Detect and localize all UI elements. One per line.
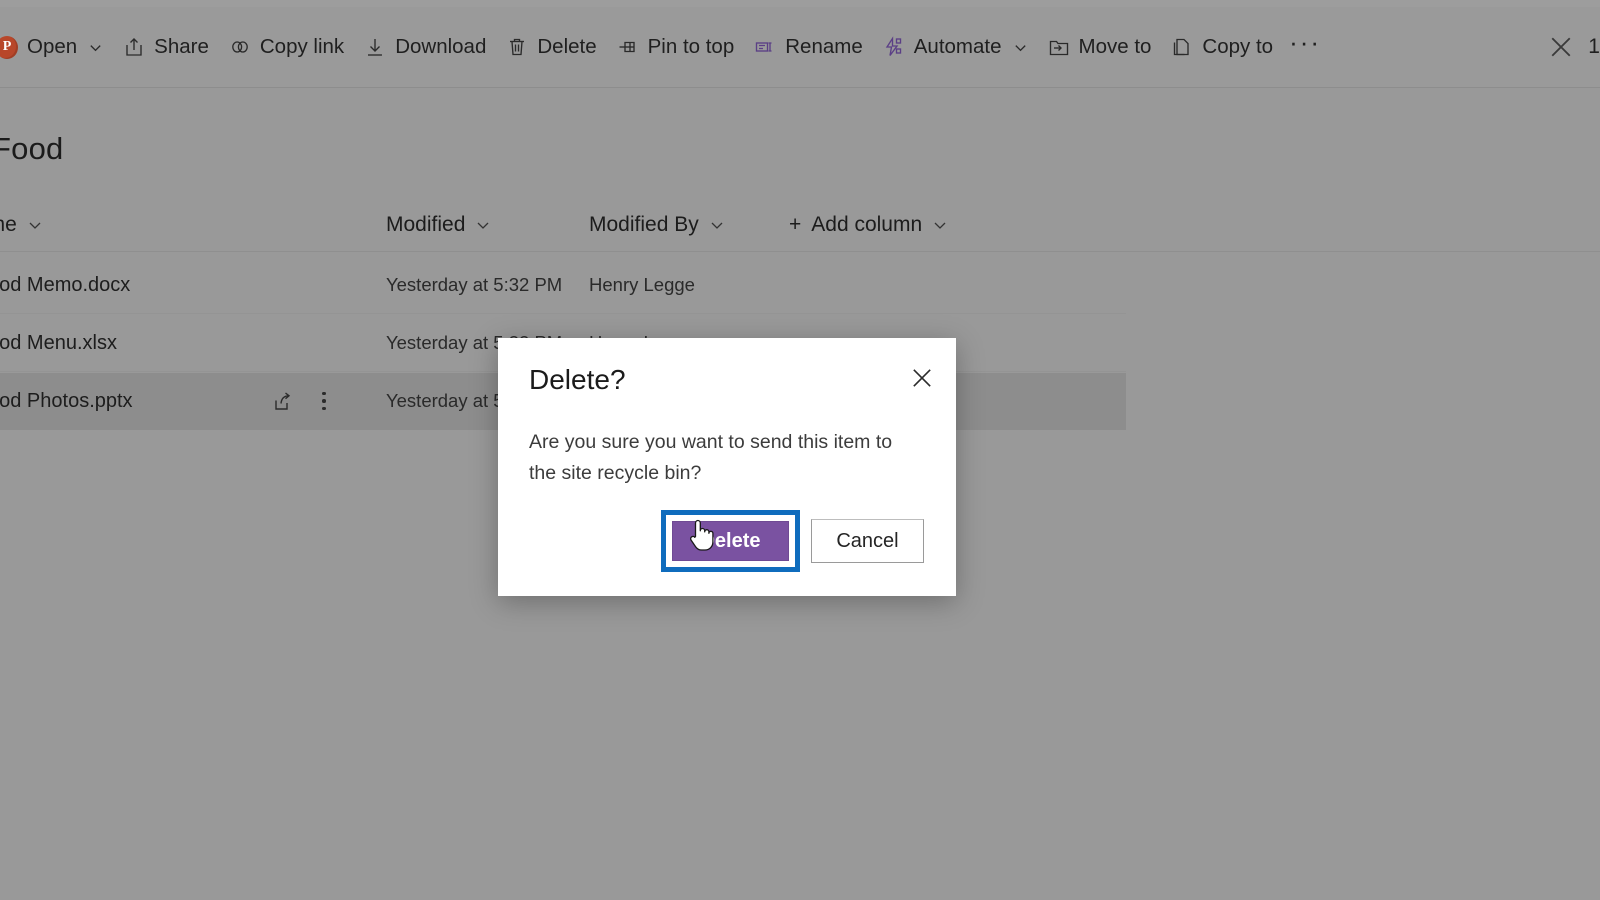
move-to-icon xyxy=(1048,36,1070,58)
confirm-delete-button[interactable]: Delete xyxy=(672,521,789,561)
toolbar-label-copy-link: Copy link xyxy=(259,34,345,58)
toolbar-button-copy-to[interactable]: Copy to xyxy=(1161,19,1283,75)
column-header-modified-by[interactable]: Modified By xyxy=(589,213,725,237)
dialog-actions: Delete Cancel xyxy=(498,510,956,572)
toolbar-label-rename: Rename xyxy=(785,34,863,58)
dialog-title: Delete? xyxy=(529,364,626,395)
toolbar-button-pin-to-top[interactable]: Pin to top xyxy=(607,19,745,75)
toolbar-overflow-button[interactable]: ··· xyxy=(1283,14,1327,80)
column-header-modified[interactable]: Modified xyxy=(386,213,491,237)
toolbar-label-delete: Delete xyxy=(537,34,597,58)
column-header-name-label: ame xyxy=(0,213,17,236)
more-options-icon[interactable] xyxy=(322,391,326,411)
toolbar-label-download: Download xyxy=(395,34,487,58)
toolbar-label-pin-to-top: Pin to top xyxy=(647,34,735,58)
cancel-button[interactable]: Cancel xyxy=(811,519,924,563)
dialog-message: Are you sure you want to send this item … xyxy=(529,431,893,484)
delete-confirmation-dialog: Delete? Are you sure you want to send th… xyxy=(498,338,956,596)
table-row[interactable]: ood Memo.docx Yesterday at 5:32 PM Henry… xyxy=(0,257,1126,314)
toolbar-label-share: Share xyxy=(154,34,209,58)
window-top-strip xyxy=(0,0,1600,7)
share-icon xyxy=(123,36,145,58)
chevron-down-icon[interactable] xyxy=(27,217,43,233)
toolbar-button-automate[interactable]: Automate xyxy=(873,19,1038,75)
share-icon[interactable] xyxy=(272,390,294,412)
file-modified-by: Henry Legge xyxy=(589,274,695,295)
toolbar-button-rename[interactable]: Rename xyxy=(744,19,873,75)
chevron-down-icon[interactable] xyxy=(709,217,725,233)
pin-icon xyxy=(617,36,639,58)
toolbar-label-copy-to: Copy to xyxy=(1202,34,1274,58)
add-column-label: Add column xyxy=(811,213,923,236)
add-column-button[interactable]: + Add column xyxy=(789,213,948,237)
toolbar-button-copy-link[interactable]: Copy link xyxy=(219,19,354,75)
link-icon xyxy=(229,36,251,58)
chevron-down-icon[interactable] xyxy=(1013,40,1028,55)
chevron-down-icon[interactable] xyxy=(88,40,103,55)
toolbar-button-open[interactable]: P Open xyxy=(0,19,113,75)
file-modified: Yesterday at 5:32 PM xyxy=(386,274,563,295)
toolbar-button-download[interactable]: Download xyxy=(354,19,496,75)
column-header-name[interactable]: ame xyxy=(0,213,43,237)
toolbar-button-move-to[interactable]: Move to xyxy=(1038,19,1162,75)
selection-count-label: 1 se xyxy=(1588,35,1600,58)
toolbar-label-automate: Automate xyxy=(913,34,1002,58)
chevron-down-icon[interactable] xyxy=(932,217,948,233)
powerpoint-icon: P xyxy=(0,35,18,59)
column-header-modified-by-label: Modified By xyxy=(589,213,699,236)
rename-icon xyxy=(754,36,776,58)
file-name[interactable]: ood Menu.xlsx xyxy=(0,332,117,355)
trash-icon xyxy=(506,36,528,58)
toolbar-button-delete[interactable]: Delete xyxy=(496,19,606,75)
toolbar-label-open: Open xyxy=(27,34,78,58)
command-bar: P Open Share Copy link Download Delete P… xyxy=(0,7,1600,88)
command-bar-items: P Open Share Copy link Download Delete P… xyxy=(0,14,1327,80)
toolbar-label-move-to: Move to xyxy=(1078,34,1152,58)
close-icon[interactable] xyxy=(1546,32,1576,62)
chevron-down-icon[interactable] xyxy=(475,217,491,233)
column-header-modified-label: Modified xyxy=(386,213,466,236)
sharepoint-document-library: P Open Share Copy link Download Delete P… xyxy=(0,0,1600,900)
plus-icon: + xyxy=(789,213,802,236)
download-icon xyxy=(364,36,386,58)
file-name[interactable]: ood Memo.docx xyxy=(0,274,130,297)
page-title: Food xyxy=(0,131,64,166)
copy-to-icon xyxy=(1171,36,1193,58)
row-action-icons xyxy=(272,390,326,412)
delete-button-focus-ring: Delete xyxy=(661,510,800,572)
list-column-headers: ame Modified Modified By + Add column xyxy=(0,209,1600,252)
file-name[interactable]: ood Photos.pptx xyxy=(0,390,133,413)
selection-status-group: 1 se xyxy=(1546,32,1600,62)
toolbar-button-share[interactable]: Share xyxy=(113,19,219,75)
automate-icon xyxy=(883,36,905,58)
close-icon[interactable] xyxy=(908,364,936,392)
